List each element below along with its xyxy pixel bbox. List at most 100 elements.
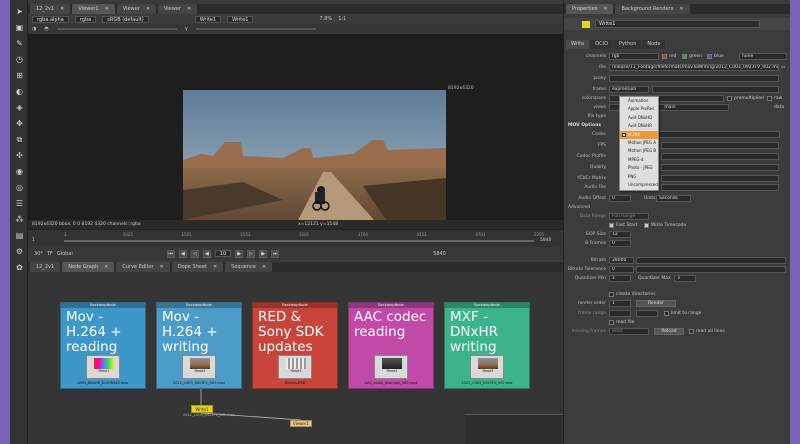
proxy-field[interactable] xyxy=(609,75,779,82)
viewer-colorspace[interactable]: sRGB (default) xyxy=(102,15,149,23)
codec-menu-item[interactable]: Apple ProRes xyxy=(620,105,658,113)
gamma-slider[interactable] xyxy=(195,28,316,30)
tab-viewer1[interactable]: Viewer1 ✕ xyxy=(72,4,115,14)
prev-key-icon[interactable]: ◀ xyxy=(178,249,187,258)
metadata-icon[interactable]: ☰ xyxy=(14,198,25,209)
gain-slider[interactable] xyxy=(56,28,177,30)
global-dropdown[interactable]: Global xyxy=(57,251,73,257)
particles-icon[interactable]: ⁂ xyxy=(14,214,25,225)
step-back-icon[interactable]: ◁ xyxy=(190,249,199,258)
gop-field[interactable]: 12 xyxy=(609,231,631,238)
channels-dropdown[interactable]: rgb xyxy=(609,53,659,60)
3d-icon[interactable]: ◉ xyxy=(14,166,25,177)
transform-icon[interactable]: ✣ xyxy=(14,150,25,161)
codec-menu-item[interactable]: Uncompressed xyxy=(620,181,658,189)
codec-menu-item[interactable]: Motion JPEG B xyxy=(620,147,658,155)
create-dirs-checkbox[interactable] xyxy=(609,292,614,297)
red-checkbox[interactable] xyxy=(662,54,667,59)
codec-menu-item[interactable]: MPEG-4 xyxy=(620,156,658,164)
views-icon[interactable]: ◎ xyxy=(14,182,25,193)
tab-sequence[interactable]: Sequence ✕ xyxy=(225,262,273,272)
close-icon[interactable]: ✕ xyxy=(679,4,683,14)
codec-menu-item[interactable]: Animation xyxy=(620,97,658,105)
close-icon[interactable]: ✕ xyxy=(104,262,108,272)
frame-dropdown[interactable]: expression xyxy=(609,86,649,93)
tab-viewer-2[interactable]: Viewer ✕ xyxy=(157,4,198,14)
tab-python[interactable]: Python xyxy=(614,40,642,49)
folder-icon[interactable]: ▭ xyxy=(781,63,785,72)
premultiplied-checkbox[interactable] xyxy=(727,96,732,101)
read-all-lines-checkbox[interactable] xyxy=(689,329,694,334)
bitrate-tol-field[interactable]: 0 xyxy=(609,266,634,273)
bitrate-tol-slider[interactable] xyxy=(636,266,786,273)
deep-icon[interactable]: ▤ xyxy=(14,230,25,241)
file-field[interactable]: release/11_Footage/fileformats/movToWrit… xyxy=(609,64,779,71)
close-icon[interactable]: ✕ xyxy=(187,4,191,14)
pointer-icon[interactable]: ➤ xyxy=(14,6,25,17)
data-range-dropdown[interactable]: Full Range xyxy=(609,213,649,220)
close-icon[interactable]: ✕ xyxy=(105,4,109,14)
zoom-label[interactable]: 7.8% xyxy=(319,16,332,22)
limit-range-checkbox[interactable] xyxy=(664,311,669,316)
tab-ocio[interactable]: OCIO xyxy=(590,40,614,49)
draw-icon[interactable]: ✎ xyxy=(14,38,25,49)
viewer-node[interactable]: Viewer1 xyxy=(290,420,312,427)
image-icon[interactable]: ▣ xyxy=(14,22,25,33)
tab-viewer[interactable]: Viewer ✕ xyxy=(116,4,156,14)
furnace-icon[interactable]: ⚙ xyxy=(14,246,25,257)
zoom-ratio[interactable]: 1:1 xyxy=(338,16,346,22)
units-dropdown[interactable]: Seconds xyxy=(656,195,691,202)
bframes-field[interactable]: 0 xyxy=(609,240,631,247)
advanced-toggle[interactable]: Advanced xyxy=(568,203,590,212)
close-icon[interactable]: ✕ xyxy=(603,4,607,14)
filter-icon[interactable]: ◈ xyxy=(14,102,25,113)
gain-icon[interactable]: ◓ xyxy=(44,26,48,32)
fps-slider[interactable] xyxy=(661,142,779,149)
timeline[interactable]: 1 1025 1501 2151 3201 3700 4151 4701 5201 1 5840 xyxy=(28,229,563,247)
time-icon[interactable]: ◷ xyxy=(14,54,25,65)
close-icon[interactable]: ✕ xyxy=(213,262,217,272)
fast-start-checkbox[interactable] xyxy=(609,223,614,228)
tab-12-2v1-b[interactable]: 12_2v1 xyxy=(30,262,61,272)
tab-12-2v1[interactable]: 12_2v1 ✕ xyxy=(30,4,71,14)
close-icon[interactable]: ✕ xyxy=(262,262,266,272)
blue-checkbox[interactable] xyxy=(707,54,712,59)
bitrate-field[interactable]: 28000 xyxy=(609,257,634,264)
timeline-track[interactable] xyxy=(64,240,534,242)
codec-menu-item[interactable]: H.264 xyxy=(620,130,658,139)
tab-node-graph[interactable]: Node Graph ✕ xyxy=(62,262,115,272)
first-frame-icon[interactable]: ⏮ xyxy=(166,249,175,258)
frame-range-end[interactable] xyxy=(636,310,658,317)
exposure-icon[interactable]: ◑ xyxy=(32,26,36,32)
gamma-icon[interactable]: γ xyxy=(185,26,188,32)
codec-profile-dropdown[interactable] xyxy=(661,153,779,160)
qmax-field[interactable]: 3 xyxy=(674,275,696,282)
input-b-dropdown[interactable]: Write1 xyxy=(227,15,254,23)
ycbcr-dropdown[interactable] xyxy=(661,175,779,182)
reload-button[interactable]: Reload xyxy=(654,328,684,335)
codec-menu-item[interactable]: Avid DNxHR xyxy=(620,122,658,130)
tab-curve-editor[interactable]: Curve Editor ✕ xyxy=(116,262,170,272)
close-icon[interactable]: ✕ xyxy=(160,262,164,272)
codec-menu-item[interactable]: Motion JPEG A xyxy=(620,139,658,147)
row-advanced[interactable]: Advanced xyxy=(564,203,790,212)
close-icon[interactable]: ✕ xyxy=(146,4,150,14)
next-key-icon[interactable]: ▶ xyxy=(259,249,268,258)
read-file-checkbox[interactable] xyxy=(609,320,614,325)
qmin-field[interactable]: 1 xyxy=(609,275,631,282)
keyer-icon[interactable]: ✥ xyxy=(14,118,25,129)
step-fwd-icon[interactable]: ▷ xyxy=(247,249,256,258)
audio-file-field[interactable] xyxy=(661,184,779,191)
frame-range-start[interactable] xyxy=(609,310,631,317)
node-name-field[interactable]: Write1 xyxy=(595,20,760,28)
codec-menu-item[interactable]: Photo - JPEG xyxy=(620,164,658,172)
channel-icon[interactable]: ⊞ xyxy=(14,70,25,81)
tab-dope-sheet[interactable]: Dope Sheet ✕ xyxy=(171,262,224,272)
viewer-viewport[interactable]: 8192x4320 (8192x4320) xyxy=(28,34,563,231)
other-icon[interactable]: ✿ xyxy=(14,262,25,273)
frame-end-field[interactable]: 5840 xyxy=(433,251,446,257)
frame-field[interactable]: 10 xyxy=(214,250,232,257)
missing-frames-dropdown[interactable]: error xyxy=(609,328,649,335)
channel-select[interactable]: rgba.alpha xyxy=(32,15,69,23)
tab-write[interactable]: Write xyxy=(566,40,590,49)
